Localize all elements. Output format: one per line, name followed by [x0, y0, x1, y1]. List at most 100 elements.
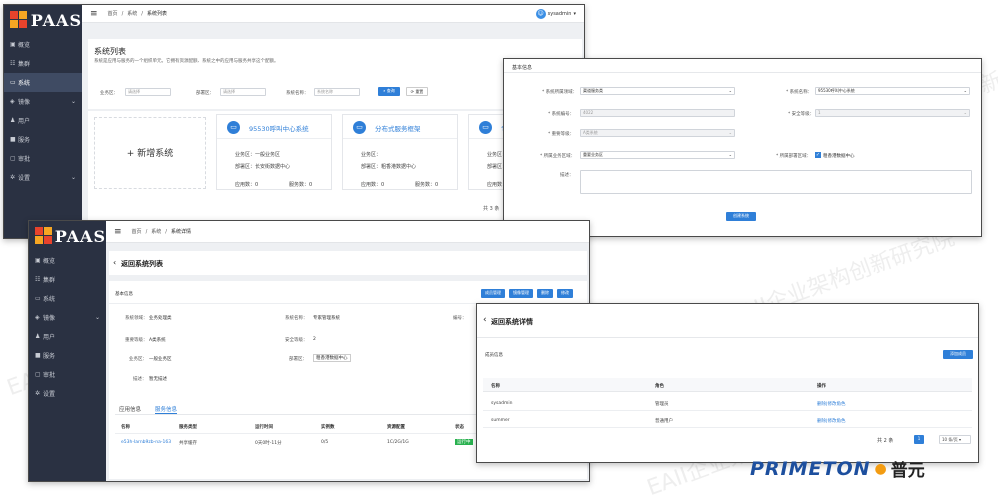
- user-menu[interactable]: ☺ sysadmin ▾: [535, 8, 576, 19]
- cluster-icon: ☷: [10, 60, 16, 67]
- add-system-card[interactable]: + 新增系统: [94, 117, 206, 189]
- menu-toggle-icon[interactable]: ≡: [114, 227, 122, 237]
- primeton-cn-text: 普元: [890, 461, 925, 481]
- back-header[interactable]: ‹ 返回系统详情: [477, 304, 978, 338]
- back-link[interactable]: 返回系统列表: [121, 259, 163, 269]
- avatar: ☺: [535, 8, 546, 19]
- domain-select[interactable]: 渠道服务类 ⌄: [580, 87, 735, 95]
- chevron-down-icon: ⌄: [728, 130, 732, 135]
- pagination-total: 共 2 条: [877, 438, 894, 444]
- sidebar-item-overview[interactable]: ▣ 概览: [29, 251, 106, 270]
- footer-brand: PRIMETON ● 普元: [750, 456, 925, 482]
- approve-icon: ▢: [10, 155, 16, 162]
- sidebar: PAAS ▣ 概览 ☷ 集群 ▭ 系统 ◈ 镜像 ⌄ ♟ 用户 ■ 服务 ▢ 审批 ✲ 设置 ⌄: [4, 5, 82, 238]
- chevron-down-icon: ⌄: [70, 174, 76, 181]
- create-system-button[interactable]: 创建系统: [726, 212, 756, 221]
- logo: PAAS: [29, 221, 106, 251]
- top-bar: ≡ 首页 / 系统 / 系统详情: [106, 221, 589, 243]
- refresh-icon: ⟳: [410, 89, 415, 94]
- zone-select[interactable]: 请选择: [125, 88, 171, 96]
- sidebar-item-image[interactable]: ◈ 镜像 ⌄: [4, 92, 82, 111]
- sidebar-item-user[interactable]: ♟ 用户: [4, 111, 82, 130]
- name-search-input[interactable]: 系统名称: [314, 88, 360, 96]
- sidebar-item-service[interactable]: ■ 服务: [4, 130, 82, 149]
- user-icon: ♟: [10, 117, 16, 124]
- deploy-zone-checkbox[interactable]: ✓: [815, 152, 821, 158]
- chevron-down-icon: ▾: [957, 437, 961, 442]
- service-icon: ■: [10, 136, 16, 143]
- create-system-window: 基本信息 * 系统所属领域： 渠道服务类 ⌄ * 系统名称： 95530呼叫中心系…: [503, 58, 982, 237]
- sidebar-item-overview[interactable]: ▣ 概览: [4, 35, 82, 54]
- dept-select[interactable]: 请选择: [220, 88, 266, 96]
- page-size-select[interactable]: 10 条/页 ▾: [939, 435, 971, 444]
- sidebar-item-service[interactable]: ■ 服务: [29, 346, 106, 365]
- security-level-select: 1 ⌄: [815, 109, 970, 117]
- description-textarea[interactable]: [580, 170, 972, 194]
- member-action-link[interactable]: 删除|修改角色: [817, 418, 846, 424]
- brand-name: PAAS: [54, 226, 106, 246]
- section-title: 基本信息: [504, 59, 981, 73]
- top-bar: ≡ 首页 / 系统 / 系统列表 ☺ sysadmin ▾: [82, 5, 584, 23]
- sidebar-item-system[interactable]: ▭ 系统: [29, 289, 106, 308]
- status-badge: 运行中: [455, 439, 473, 445]
- pagination-total: 共 3 条: [483, 206, 500, 212]
- chevron-down-icon: ▾: [573, 10, 576, 17]
- tab-service-info[interactable]: 服务信息: [155, 405, 178, 414]
- back-arrow-icon: ‹: [483, 315, 487, 325]
- section-title: 成员信息: [485, 353, 503, 358]
- reset-button[interactable]: ⟳ 重置: [406, 87, 428, 96]
- system-card[interactable]: ▭ 95530呼叫中心系统 业务区：一般业务区 部署区：长安街数据中心 应用数：0…: [216, 114, 332, 190]
- member-action-link[interactable]: 删除|修改角色: [817, 401, 846, 407]
- sidebar-item-system[interactable]: ▭ 系统: [4, 73, 82, 92]
- system-icon: ▭: [35, 295, 41, 302]
- system-name-select[interactable]: 95530呼叫中心系统 ⌄: [815, 87, 970, 95]
- delete-button[interactable]: 删除: [537, 289, 553, 298]
- member-manage-button[interactable]: 成员管理: [481, 289, 505, 298]
- dashboard-icon: ▣: [10, 41, 16, 48]
- page-subtitle: 系统是应用与服务的一个组织单元。它拥有资源配额、系统之中的应用与服务共享这个配额…: [94, 59, 279, 64]
- image-manage-button[interactable]: 镜像管理: [509, 289, 533, 298]
- edit-button[interactable]: 修改: [557, 289, 573, 298]
- chevron-down-icon: ⌄: [70, 98, 76, 105]
- image-icon: ◈: [10, 98, 15, 105]
- chevron-down-icon: ⌄: [963, 110, 967, 115]
- cluster-icon: ☷: [35, 276, 41, 283]
- sidebar-item-settings[interactable]: ✲ 设置: [29, 384, 106, 403]
- system-card[interactable]: ▭ 分布式服务框架 业务区： 部署区：粗香港数据中心 应用数：0 服务数：0: [342, 114, 458, 190]
- brand-logo-icon: [10, 11, 27, 29]
- settings-icon: ✲: [10, 174, 16, 181]
- sidebar-item-approve[interactable]: ▢ 审批: [29, 365, 106, 384]
- section-title: 基本信息: [115, 292, 133, 297]
- back-header[interactable]: ‹ 返回系统列表: [109, 251, 587, 275]
- monitor-icon: ▭: [353, 121, 366, 134]
- breadcrumb: 首页 / 系统 / 系统列表: [107, 11, 167, 17]
- sidebar-item-settings[interactable]: ✲ 设置 ⌄: [4, 168, 82, 187]
- chevron-down-icon: ⌄: [728, 152, 732, 157]
- chevron-down-icon: ⌄: [728, 88, 732, 93]
- sidebar-item-approve[interactable]: ▢ 审批: [4, 149, 82, 168]
- chevron-down-icon: ⌄: [94, 314, 100, 321]
- dot-icon: ●: [874, 460, 887, 477]
- sidebar-item-cluster[interactable]: ☷ 集群: [29, 270, 106, 289]
- sidebar-item-image[interactable]: ◈ 镜像 ⌄: [29, 308, 106, 327]
- system-icon: ▭: [10, 79, 16, 86]
- settings-icon: ✲: [35, 390, 41, 397]
- query-button[interactable]: ⌕ 查询: [378, 87, 400, 96]
- tab-app-info[interactable]: 应用信息: [119, 405, 141, 413]
- add-member-button[interactable]: 添加成员: [943, 350, 973, 359]
- sidebar: PAAS ▣ 概览 ☷ 集群 ▭ 系统 ◈ 镜像 ⌄ ♟ 用户 ■ 服务 ▢ 审批 ✲ 设置: [29, 221, 106, 481]
- business-zone-select[interactable]: 重要业务区 ⌄: [580, 151, 735, 159]
- sidebar-item-cluster[interactable]: ☷ 集群: [4, 54, 82, 73]
- member-window: ‹ 返回系统详情 成员信息 添加成员 名称 角色 操作 sysadmin 管理员…: [476, 303, 979, 463]
- importance-select: A类系统 ⌄: [580, 129, 735, 137]
- sidebar-item-user[interactable]: ♟ 用户: [29, 327, 106, 346]
- back-arrow-icon: ‹: [113, 258, 117, 267]
- service-name-link[interactable]: e53h-Iarnb9zb-na-163: [121, 440, 171, 445]
- brand-logo-icon: [35, 227, 52, 245]
- page-button[interactable]: 1: [914, 435, 924, 444]
- brand-name: PAAS: [30, 10, 82, 30]
- back-link[interactable]: 返回系统详情: [491, 317, 533, 327]
- menu-toggle-icon[interactable]: ≡: [90, 9, 98, 19]
- chevron-down-icon: ⌄: [963, 88, 967, 93]
- service-icon: ■: [35, 352, 41, 359]
